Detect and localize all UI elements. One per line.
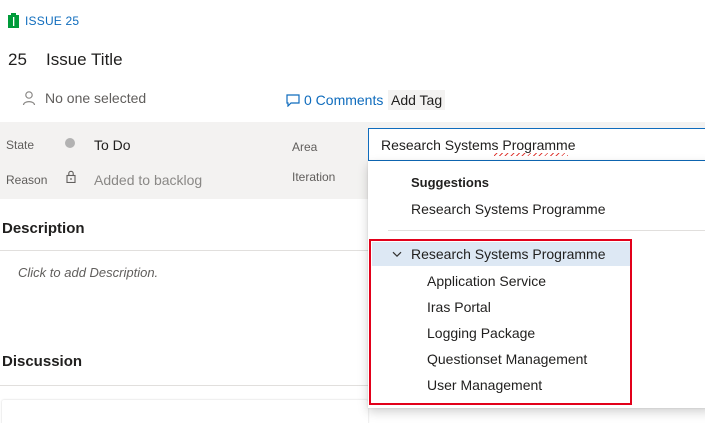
description-divider <box>0 250 368 251</box>
discussion-comment-box[interactable] <box>2 400 368 423</box>
state-indicator-icon <box>65 138 75 148</box>
work-item-type-label[interactable]: ISSUE 25 <box>25 14 79 28</box>
discussion-heading: Discussion <box>2 353 83 370</box>
description-heading: Description <box>2 220 85 237</box>
add-tag-button[interactable]: Add Tag <box>388 90 446 110</box>
comments-label: 0 Comments <box>304 92 384 108</box>
state-label: State <box>6 138 35 152</box>
lock-icon <box>66 170 76 183</box>
description-editor[interactable]: Click to add Description. <box>18 265 158 280</box>
reason-label: Reason <box>6 173 48 187</box>
comment-icon <box>286 93 300 107</box>
suggestion-item[interactable]: Research Systems Programme <box>411 201 606 217</box>
assignee-value: No one selected <box>45 90 147 106</box>
state-value[interactable]: To Do <box>94 137 131 153</box>
comments-link[interactable]: 0 Comments <box>286 92 383 108</box>
assignee-picker[interactable]: No one selected <box>22 90 146 106</box>
dropdown-divider <box>388 230 705 231</box>
person-icon <box>22 91 36 106</box>
reason-value: Added to backlog <box>94 172 203 188</box>
discussion-divider <box>0 385 368 386</box>
work-item-type-tag: ISSUE 25 <box>8 13 79 28</box>
iteration-label: Iteration <box>292 170 336 184</box>
spellcheck-underline <box>494 153 568 156</box>
issue-title[interactable]: Issue Title <box>46 50 123 70</box>
annotation-highlight-box <box>369 239 632 405</box>
issue-id: 25 <box>8 50 27 69</box>
area-path-input[interactable] <box>368 128 705 161</box>
area-label: Area <box>292 140 318 154</box>
issue-icon <box>8 13 19 28</box>
suggestions-heading: Suggestions <box>411 175 490 190</box>
